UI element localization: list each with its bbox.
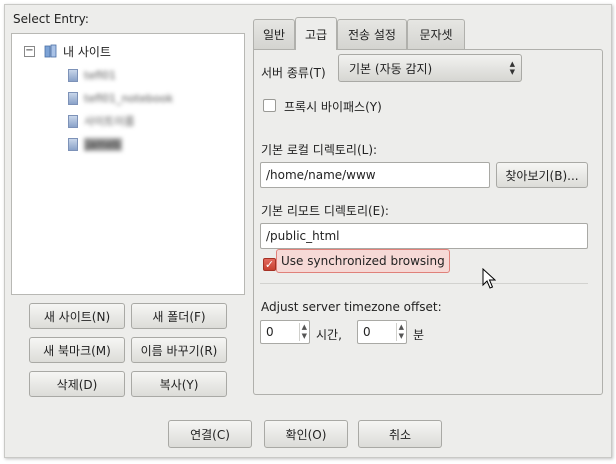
sites-folder-icon [43,44,59,58]
tree-item-selected[interactable]: jameb [68,135,123,153]
tree-root[interactable]: − 내 사이트 [24,42,111,60]
bypass-proxy-checkbox[interactable] [263,99,276,112]
tab-charset[interactable]: 문자셋 [407,19,465,49]
local-dir-input[interactable]: /home/name/www [260,162,490,188]
sync-browsing-checkbox[interactable]: ✓ [263,258,276,271]
server-type-label: 서버 종류(T) [261,66,326,80]
remote-dir-label: 기본 리모트 디렉토리(E): [261,204,389,218]
hours-value: 0 [266,325,274,339]
remote-dir-input[interactable]: /public_html [260,223,588,249]
cancel-button[interactable]: 취소 [358,420,442,448]
tree-root-label: 내 사이트 [63,44,111,59]
local-dir-label: 기본 로컬 디렉토리(L): [261,143,378,157]
site-icon [68,137,78,151]
tree-item-label: tefl01_notebook [84,91,174,105]
new-folder-button[interactable]: 새 폴더(F) [131,303,227,329]
ok-button[interactable]: 확인(O) [264,420,348,448]
tree-item[interactable]: tefl01_notebook [68,89,173,107]
tree-item-label: jameb [84,137,123,151]
collapse-icon[interactable]: − [24,45,35,57]
tab-advanced[interactable]: 고급 [295,17,337,50]
sync-browsing-label[interactable]: Use synchronized browsing [276,249,450,273]
bypass-proxy-label: 프록시 바이패스(Y) [284,100,382,114]
connect-button[interactable]: 연결(C) [168,420,252,448]
updown-arrows-icon: ▲ ▼ [509,60,515,76]
copy-button[interactable]: 복사(Y) [131,371,227,397]
tree-item[interactable]: tefl01 [68,66,116,84]
site-icon [68,114,78,128]
mouse-pointer-icon [482,267,497,293]
site-icon [68,68,78,82]
browse-button[interactable]: 찾아보기(B)... [496,162,588,188]
tab-transfer-settings[interactable]: 전송 설정 [337,19,407,49]
minutes-unit: 분 [413,328,425,342]
select-entry-label: Select Entry: [13,12,89,26]
rename-button[interactable]: 이름 바꾸기(R) [131,337,227,363]
timezone-label: Adjust server timezone offset: [261,300,442,314]
separator [260,283,588,284]
site-tree[interactable]: − 내 사이트 tefl01 tefl01_notebook 사이트이름 jam… [11,33,245,295]
tab-general[interactable]: 일반 [253,19,295,49]
tree-item-label: 사이트이름 [84,115,135,128]
hours-spinner[interactable]: 0 ▲ ▼ [260,320,310,344]
site-icon [68,91,78,105]
hours-unit: 시간, [316,328,342,342]
new-bookmark-button[interactable]: 새 북마크(M) [29,337,125,363]
spin-arrows-icon[interactable]: ▲ ▼ [298,323,307,341]
server-type-value: 기본 (자동 감지) [349,61,433,76]
tree-item-label: tefl01 [84,68,117,82]
new-site-button[interactable]: 새 사이트(N) [29,303,125,329]
server-type-select[interactable]: 기본 (자동 감지) ▲ ▼ [338,54,522,82]
tree-item[interactable]: 사이트이름 [68,112,135,130]
spin-arrows-icon[interactable]: ▲ ▼ [395,323,404,341]
delete-button[interactable]: 삭제(D) [29,371,125,397]
minutes-value: 0 [363,325,371,339]
minutes-spinner[interactable]: 0 ▲ ▼ [357,320,407,344]
